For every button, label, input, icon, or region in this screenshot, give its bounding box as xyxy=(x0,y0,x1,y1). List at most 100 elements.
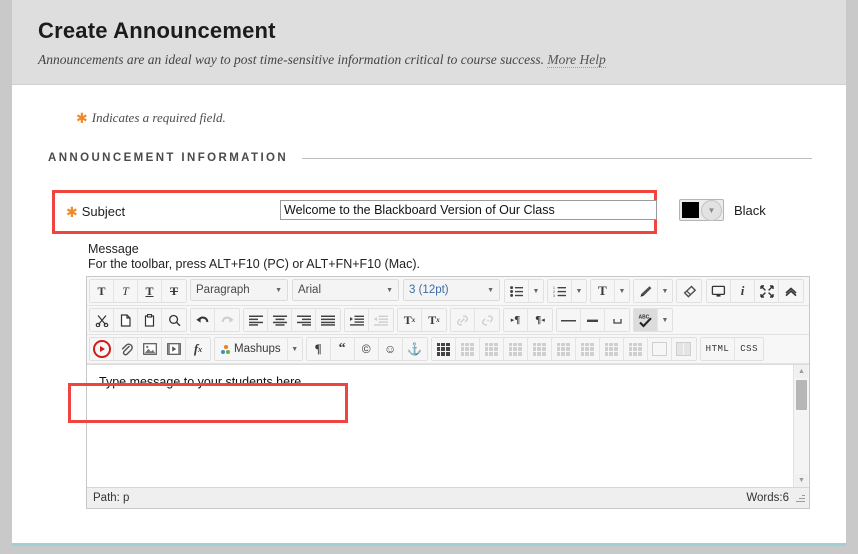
table-row-properties-button[interactable] xyxy=(455,338,480,360)
superscript-button[interactable]: Tx xyxy=(398,309,422,331)
split-cells-button[interactable] xyxy=(671,338,696,360)
nonbreaking-space-button[interactable] xyxy=(605,309,629,331)
subject-required-asterisk-icon: ✱ xyxy=(66,204,78,220)
numbered-list-button[interactable]: 1 2 3 xyxy=(548,280,572,302)
monitor-icon xyxy=(711,285,726,297)
align-center-button[interactable] xyxy=(268,309,292,331)
collapse-toolbar-button[interactable] xyxy=(779,280,803,302)
underline-button[interactable]: T xyxy=(138,280,162,302)
page-body: ✱ Indicates a required field. ANNOUNCEMEN… xyxy=(12,109,846,509)
css-source-button[interactable]: CSS xyxy=(735,338,763,360)
remove-format-button[interactable] xyxy=(677,280,701,302)
math-formula-button[interactable]: fx xyxy=(186,338,210,360)
pilcrow-button[interactable]: ¶ xyxy=(306,338,331,360)
bold-button[interactable]: T xyxy=(90,280,114,302)
indent-group xyxy=(344,308,394,332)
fullscreen-button[interactable] xyxy=(755,280,779,302)
strikethrough-button[interactable]: T xyxy=(162,280,186,302)
anchor-button[interactable]: ⚓ xyxy=(402,338,427,360)
cut-button[interactable] xyxy=(90,309,114,331)
info-button[interactable]: i xyxy=(731,280,755,302)
mashups-button[interactable]: Mashups xyxy=(215,338,288,360)
editor-toolbar-row-1: T T T T Paragraph ▼ Arial ▼ 3 (12pt) ▼ ▼… xyxy=(87,277,809,306)
unlink-icon xyxy=(481,315,493,325)
scroll-up-icon[interactable]: ▲ xyxy=(795,365,808,378)
message-scrollbar[interactable]: ▲ ▼ xyxy=(793,365,809,487)
chevron-down-icon: ▼ xyxy=(487,286,494,294)
merge-cells-button[interactable] xyxy=(647,338,672,360)
insert-row-after-button[interactable] xyxy=(527,338,552,360)
align-right-icon xyxy=(296,315,311,326)
copy-button[interactable] xyxy=(114,309,138,331)
redo-icon xyxy=(221,316,234,323)
undo-button[interactable] xyxy=(191,309,215,331)
eraser-icon xyxy=(683,285,696,298)
mashups-chevron-down-icon[interactable]: ▼ xyxy=(287,338,302,360)
insert-column-right-icon xyxy=(604,342,618,356)
section-header-announcement-information: ANNOUNCEMENT INFORMATION xyxy=(48,152,820,164)
toolbar-row3-spacer xyxy=(767,336,807,362)
align-left-icon xyxy=(248,315,263,326)
remove-link-button[interactable] xyxy=(475,309,499,331)
paragraph-format-value: Paragraph xyxy=(196,284,250,296)
align-left-button[interactable] xyxy=(244,309,268,331)
bullet-list-button[interactable] xyxy=(505,280,529,302)
copyright-button[interactable]: © xyxy=(354,338,379,360)
find-button[interactable] xyxy=(162,309,186,331)
text-color-group: T ▼ xyxy=(590,279,630,303)
chevron-down-icon[interactable]: ▼ xyxy=(701,199,722,221)
em-dash-button[interactable] xyxy=(581,309,605,331)
paste-button[interactable] xyxy=(138,309,162,331)
text-style-group: T T T T xyxy=(89,279,187,303)
blockquote-button[interactable]: “ xyxy=(330,338,355,360)
film-icon xyxy=(166,343,181,355)
text-color-button[interactable]: T xyxy=(591,280,615,302)
direction-group: ▸ ¶ ¶ ◂ xyxy=(503,308,553,332)
emoji-button[interactable]: ☺ xyxy=(378,338,403,360)
resize-grip-icon[interactable] xyxy=(795,493,805,503)
paragraph-format-select[interactable]: Paragraph ▼ xyxy=(190,279,288,301)
indent-button[interactable] xyxy=(345,309,369,331)
outdent-button[interactable] xyxy=(369,309,393,331)
highlight-button[interactable] xyxy=(634,280,658,302)
ltr-button[interactable]: ▸ ¶ xyxy=(504,309,528,331)
more-help-link[interactable]: More Help xyxy=(547,52,606,68)
spellcheck-button[interactable]: ABC xyxy=(634,309,658,331)
subscript-button[interactable]: Tx xyxy=(422,309,446,331)
scrollbar-thumb[interactable] xyxy=(796,380,807,410)
message-toolbar-hint: For the toolbar, press ALT+F10 (PC) or A… xyxy=(88,257,420,271)
chevron-down-icon: ▼ xyxy=(386,286,393,294)
rtl-button[interactable]: ¶ ◂ xyxy=(528,309,552,331)
numbered-list-chevron-down-icon[interactable]: ▼ xyxy=(572,280,586,302)
spellcheck-chevron-down-icon[interactable]: ▼ xyxy=(658,309,672,331)
delete-column-button[interactable] xyxy=(623,338,648,360)
italic-button[interactable]: T xyxy=(114,280,138,302)
insert-link-button[interactable] xyxy=(451,309,475,331)
text-color-chevron-down-icon[interactable]: ▼ xyxy=(615,280,629,302)
insert-column-after-button[interactable] xyxy=(599,338,624,360)
insert-row-before-button[interactable] xyxy=(503,338,528,360)
subject-input[interactable] xyxy=(280,200,657,220)
insert-table-button[interactable] xyxy=(431,338,456,360)
script-group: Tx Tx xyxy=(397,308,447,332)
insert-column-before-button[interactable] xyxy=(575,338,600,360)
bullet-list-chevron-down-icon[interactable]: ▼ xyxy=(529,280,543,302)
attach-file-button[interactable] xyxy=(114,338,138,360)
font-family-select[interactable]: Arial ▼ xyxy=(292,279,399,301)
align-justify-button[interactable] xyxy=(316,309,340,331)
horizontal-rule-button[interactable] xyxy=(557,309,581,331)
delete-row-button[interactable] xyxy=(551,338,576,360)
color-picker-group: ▼ Black xyxy=(679,199,766,221)
record-button[interactable] xyxy=(90,338,114,360)
color-picker[interactable]: ▼ xyxy=(679,199,724,221)
table-cell-properties-button[interactable] xyxy=(479,338,504,360)
html-source-button[interactable]: HTML xyxy=(700,338,736,360)
font-size-select[interactable]: 3 (12pt) ▼ xyxy=(403,279,500,301)
preview-button[interactable] xyxy=(707,280,731,302)
redo-button[interactable] xyxy=(215,309,239,331)
insert-image-button[interactable] xyxy=(138,338,162,360)
insert-video-button[interactable] xyxy=(162,338,186,360)
scroll-down-icon[interactable]: ▼ xyxy=(795,474,808,487)
align-right-button[interactable] xyxy=(292,309,316,331)
highlight-chevron-down-icon[interactable]: ▼ xyxy=(658,280,672,302)
